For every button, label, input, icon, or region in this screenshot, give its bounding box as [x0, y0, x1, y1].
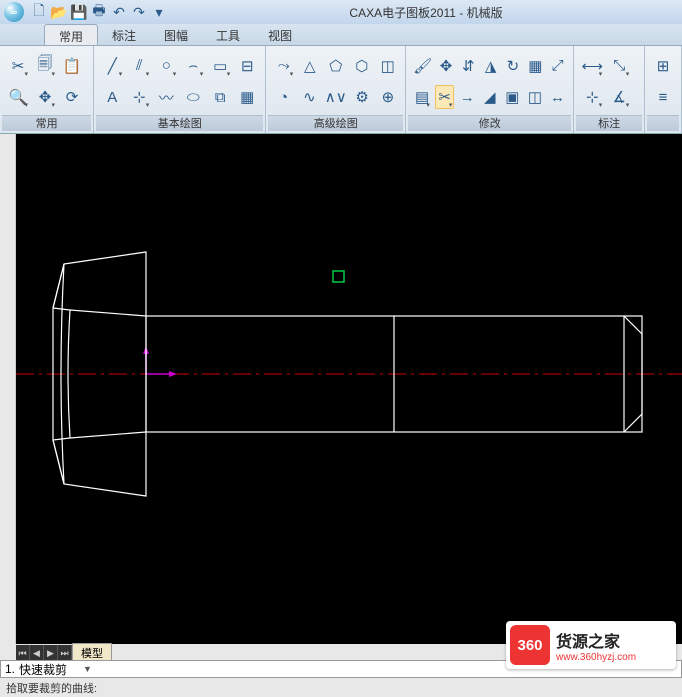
crop-button[interactable]: ⧉: [208, 85, 232, 109]
drawing-svg: [16, 134, 682, 644]
panel-modify: 🖌 ✥ ⇵ ◮ ↻ ▦ ⤢ ▤ ✂ → ◢ ▣ ◫ ↔ 修改: [406, 46, 574, 133]
centerline-button[interactable]: ⊟: [235, 54, 259, 78]
array-button[interactable]: ▦: [526, 54, 545, 78]
zigzag-button[interactable]: ∧∨: [324, 85, 348, 109]
dim-coord-button[interactable]: ⊹: [580, 85, 604, 109]
block-button[interactable]: ◫: [376, 54, 399, 78]
ribbon: ✂ 🗐 📋 🔍 ✥ ⟳ 常用 ╱ ⫽ ○ ⌢ ▭ ⊟ A ⊹: [0, 46, 682, 134]
panel-advanced-draw: ⤳ △ ⬠ ⬡ ◫ ◔ ∿ ∧∨ ⚙ ⊕ 高级绘图: [266, 46, 406, 133]
chamfer-adv-button[interactable]: △: [298, 54, 321, 78]
extra2-button[interactable]: ≡: [651, 85, 675, 109]
title-bar: ∞ 🗋 📂 💾 🖶 ↶ ↷ ▾ CAXA电子图板2011 - 机械版: [0, 0, 682, 24]
hole-button[interactable]: ⊕: [376, 85, 399, 109]
undo-icon[interactable]: ↶: [110, 3, 128, 21]
cut-button[interactable]: ✂: [6, 54, 30, 78]
panel-label: 修改: [408, 115, 571, 131]
qa-more-icon[interactable]: ▾: [150, 3, 168, 21]
offset-button[interactable]: ⇵: [459, 54, 478, 78]
tab-next-icon[interactable]: ▶: [44, 645, 58, 661]
copy-button[interactable]: 🗐: [33, 54, 57, 78]
panel-label: [647, 115, 679, 131]
polygon-button[interactable]: ⬠: [324, 54, 347, 78]
watermark-url: www.360hyzj.com: [556, 652, 636, 663]
explode-button[interactable]: ▣: [503, 85, 523, 109]
tab-last-icon[interactable]: ⏭: [58, 645, 72, 661]
watermark-title: 货源之家: [556, 628, 636, 652]
status-bar: 拾取要裁剪的曲线:: [0, 678, 682, 696]
print-icon[interactable]: 🖶: [90, 3, 108, 21]
new-file-icon[interactable]: 🗋: [30, 3, 48, 21]
panel-extra: ⊞ ≡: [645, 46, 682, 133]
open-file-icon[interactable]: 📂: [50, 3, 68, 21]
polygon6-button[interactable]: ⬡: [350, 54, 373, 78]
save-icon[interactable]: 💾: [70, 3, 88, 21]
dim-angle-button[interactable]: ∡: [607, 85, 631, 109]
brush-button[interactable]: 🖌: [412, 54, 433, 78]
panel-label: 常用: [2, 115, 91, 131]
workspace: [0, 134, 682, 644]
panel-label: 高级绘图: [268, 115, 403, 131]
tab-prev-icon[interactable]: ◀: [30, 645, 44, 661]
ellipse-button[interactable]: ⬭: [181, 85, 205, 109]
cmd-prefix: 1.: [5, 662, 15, 676]
redo-icon[interactable]: ↷: [130, 3, 148, 21]
tab-frame[interactable]: 图幅: [150, 24, 202, 45]
parallel-button[interactable]: ⫽: [127, 54, 151, 78]
zoom-button[interactable]: 🔍: [6, 85, 30, 109]
app-logo-icon: ∞: [4, 2, 24, 22]
mirror-button[interactable]: ◮: [481, 54, 500, 78]
scale-button[interactable]: ⤢: [548, 54, 567, 78]
move-button[interactable]: ✥: [436, 54, 455, 78]
panel-label: 标注: [576, 115, 642, 131]
extend-button[interactable]: →: [457, 85, 477, 109]
pan-button[interactable]: ✥: [33, 85, 57, 109]
layer-button[interactable]: ▤: [412, 85, 432, 109]
spline-button[interactable]: 〰: [154, 85, 178, 109]
tab-first-icon[interactable]: ⏮: [16, 645, 30, 661]
break-button[interactable]: ◫: [525, 85, 545, 109]
panel-common: ✂ 🗐 📋 🔍 ✥ ⟳ 常用: [0, 46, 94, 133]
tab-view[interactable]: 视图: [254, 24, 306, 45]
panel-dimension: ⟷ ⤡ ⊹ ∡ 标注: [574, 46, 645, 133]
line-button[interactable]: ╱: [100, 54, 124, 78]
tab-annotation[interactable]: 标注: [98, 24, 150, 45]
rotate-button[interactable]: ↻: [503, 54, 522, 78]
drawing-canvas[interactable]: [16, 134, 682, 644]
cmd-dropdown-icon[interactable]: ▼: [83, 664, 92, 674]
dim-linear-button[interactable]: ⟷: [580, 54, 604, 78]
arc-button[interactable]: ⌢: [181, 54, 205, 78]
stretch-button[interactable]: ↔: [548, 85, 568, 109]
tab-tools[interactable]: 工具: [202, 24, 254, 45]
trim-button[interactable]: ✂: [435, 85, 455, 109]
circle-button[interactable]: ○: [154, 54, 178, 78]
arc-adv-button[interactable]: ◔: [272, 85, 295, 109]
wave-button[interactable]: ∿: [298, 85, 321, 109]
fillet-button[interactable]: ◢: [480, 85, 500, 109]
text-button[interactable]: A: [100, 85, 124, 109]
vertical-scrollbar[interactable]: [0, 134, 16, 644]
panel-basic-draw: ╱ ⫽ ○ ⌢ ▭ ⊟ A ⊹ 〰 ⬭ ⧉ ▦ 基本绘图: [94, 46, 266, 133]
quick-access-toolbar: 🗋 📂 💾 🖶 ↶ ↷ ▾: [30, 3, 168, 21]
paste-button[interactable]: 📋: [60, 54, 84, 78]
point-button[interactable]: ⊹: [127, 85, 151, 109]
rect-button[interactable]: ▭: [208, 54, 232, 78]
refresh-button[interactable]: ⟳: [60, 85, 84, 109]
extra1-button[interactable]: ⊞: [651, 54, 675, 78]
window-title: CAXA电子图板2011 - 机械版: [174, 4, 678, 21]
gear-button[interactable]: ⚙: [351, 85, 374, 109]
polyline-button[interactable]: ⤳: [272, 54, 295, 78]
ribbon-tab-strip: 常用 标注 图幅 工具 视图: [0, 24, 682, 46]
watermark: 360 货源之家 www.360hyzj.com: [506, 621, 676, 669]
panel-label: 基本绘图: [96, 115, 263, 131]
dim-align-button[interactable]: ⤡: [607, 54, 631, 78]
tab-common[interactable]: 常用: [44, 24, 98, 45]
watermark-badge: 360: [510, 625, 550, 665]
hatch-button[interactable]: ▦: [235, 85, 259, 109]
command-input[interactable]: [19, 662, 79, 676]
